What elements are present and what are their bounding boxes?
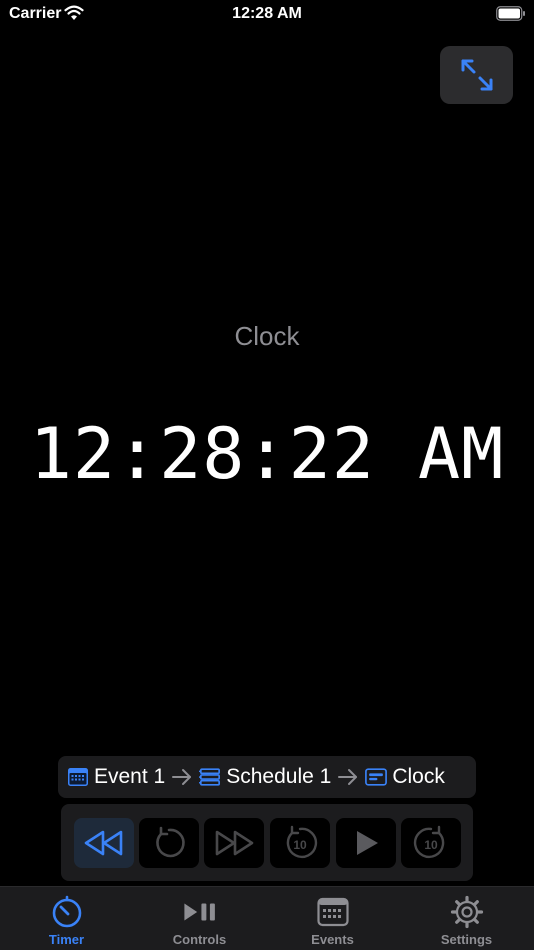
tab-label: Timer bbox=[48, 932, 85, 947]
play-pause-icon bbox=[183, 903, 215, 921]
fullscreen-button[interactable] bbox=[440, 46, 513, 104]
arrow-right-icon bbox=[338, 769, 358, 785]
svg-text:10: 10 bbox=[293, 838, 307, 852]
status-time: 12:28 AM bbox=[232, 5, 302, 22]
calendar-icon bbox=[68, 768, 88, 786]
timer-icon bbox=[52, 895, 81, 928]
tab-settings[interactable]: Settings bbox=[400, 887, 533, 950]
rewind-button[interactable] bbox=[74, 818, 134, 868]
status-bar: Carrier 12:28 AM bbox=[0, 0, 534, 30]
breadcrumb: Event 1 Schedule 1 Clock bbox=[58, 756, 476, 798]
calendar-grid-icon bbox=[316, 897, 349, 927]
clock-card-icon bbox=[365, 768, 388, 786]
tab-events[interactable]: Events bbox=[266, 887, 399, 950]
tab-timer[interactable]: Timer bbox=[0, 887, 133, 950]
fast-forward-button[interactable] bbox=[204, 818, 264, 868]
skip-back-10-button[interactable]: 10 bbox=[270, 818, 330, 868]
clock-title: Clock bbox=[234, 321, 300, 351]
tab-label: Controls bbox=[172, 932, 227, 947]
play-button[interactable] bbox=[336, 818, 396, 868]
breadcrumb-item-event[interactable]: Event 1 bbox=[67, 765, 165, 789]
tab-label: Events bbox=[311, 932, 354, 947]
tab-controls[interactable]: Controls bbox=[133, 887, 266, 950]
tab-label: Settings bbox=[440, 932, 493, 947]
transport-controls: 10 10 bbox=[61, 804, 473, 881]
clock-time-display: 12:28:22 AM bbox=[29, 413, 505, 495]
arrow-right-icon bbox=[172, 769, 192, 785]
skip-back-10-icon: 10 bbox=[286, 825, 318, 859]
skip-forward-10-icon: 10 bbox=[413, 825, 445, 859]
breadcrumb-label: Event 1 bbox=[94, 765, 166, 788]
breadcrumb-item-clock[interactable]: Clock bbox=[365, 765, 445, 789]
svg-text:10: 10 bbox=[424, 838, 438, 852]
breadcrumb-label: Schedule 1 bbox=[226, 765, 332, 788]
schedule-list-icon bbox=[199, 768, 221, 786]
breadcrumb-item-schedule[interactable]: Schedule 1 bbox=[199, 765, 331, 789]
gear-icon bbox=[450, 895, 483, 929]
battery-icon bbox=[496, 6, 525, 21]
restart-icon bbox=[156, 826, 185, 858]
play-icon bbox=[357, 831, 378, 855]
fast-forward-icon bbox=[215, 830, 254, 856]
expand-icon bbox=[461, 59, 492, 91]
skip-forward-10-button[interactable]: 10 bbox=[401, 818, 461, 868]
breadcrumb-label: Clock bbox=[392, 765, 445, 788]
restart-button[interactable] bbox=[139, 818, 199, 868]
rewind-icon bbox=[84, 830, 123, 856]
tab-bar: Timer Controls Events Settings bbox=[0, 886, 534, 950]
